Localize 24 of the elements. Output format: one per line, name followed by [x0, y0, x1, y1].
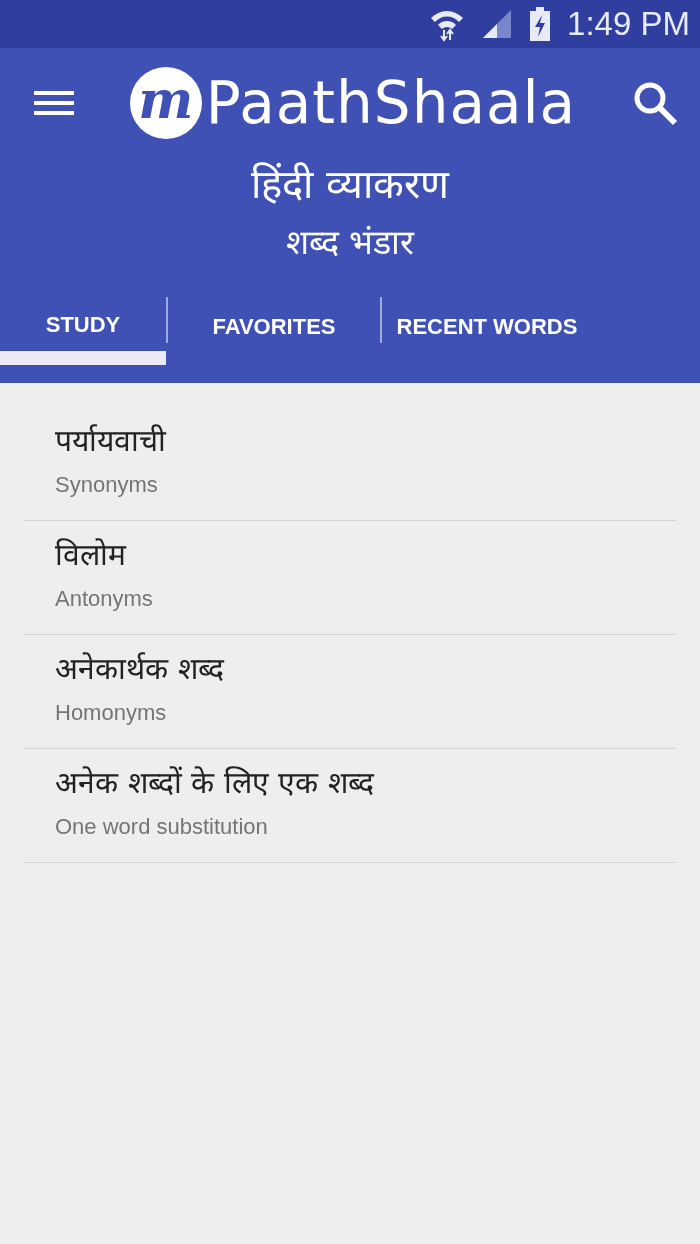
item-title: अनेक शब्दों के लिए एक शब्द — [55, 765, 374, 800]
item-title: पर्यायवाची — [55, 423, 166, 458]
battery-icon — [529, 7, 552, 41]
tab[interactable]: FAVORITES — [168, 297, 380, 366]
tab[interactable]: RECENT WORDS — [382, 297, 592, 366]
search-icon[interactable] — [632, 80, 678, 126]
logo-text: PaathShaala — [205, 74, 577, 132]
signal-icon — [481, 8, 514, 40]
item-subtitle: One word substitution — [55, 814, 268, 839]
item-subtitle: Antonyms — [55, 586, 153, 611]
item-title: अनेकार्थक शब्द — [55, 651, 224, 686]
list-item[interactable]: विलोम Antonyms — [24, 521, 676, 635]
list-item[interactable]: पर्यायवाची Synonyms — [24, 407, 676, 521]
app-subtitle: शब्द भंडार — [285, 224, 415, 262]
list-item[interactable]: अनेक शब्दों के लिए एक शब्द One word substitution — [24, 749, 676, 863]
menu-icon[interactable] — [34, 89, 74, 117]
list-item[interactable]: अनेकार्थक शब्द Homonyms — [24, 635, 676, 749]
status-time: 1:49 PM — [567, 4, 690, 45]
tab[interactable]: STUDY — [0, 297, 166, 366]
logo-mark: m — [129, 67, 202, 139]
item-title: विलोम — [55, 537, 126, 572]
item-subtitle: Synonyms — [55, 472, 158, 497]
app-title: हिंदी व्याकरण — [251, 162, 449, 206]
item-subtitle: Homonyms — [55, 700, 167, 725]
